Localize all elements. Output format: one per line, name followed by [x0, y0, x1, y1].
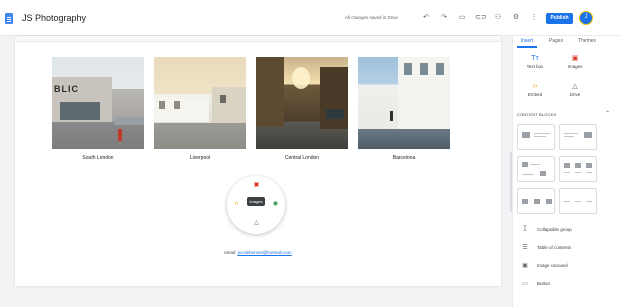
image-carousel-icon: ▣	[522, 263, 528, 269]
content-blocks-title: CONTENT BLOCKS	[517, 112, 557, 117]
insert-collapsible-group[interactable]: T̲ Collapsible group	[517, 224, 617, 236]
more-icon[interactable]: ⋮	[529, 14, 539, 22]
collapsible-group-icon: T̲	[523, 226, 527, 232]
settings-icon[interactable]: ⚙	[511, 14, 521, 22]
site-title[interactable]: JS Photography	[22, 13, 86, 23]
header-section[interactable]	[15, 36, 501, 42]
image-icon: ▣	[571, 55, 579, 62]
button-icon: ▭	[522, 281, 528, 287]
avatar[interactable]: J	[579, 11, 593, 25]
upload-icon[interactable]: ◉	[271, 201, 280, 208]
caption-barcelona[interactable]: Barcelona	[358, 155, 450, 161]
tooltip-images: Images	[247, 197, 265, 206]
tab-pages[interactable]: Pages	[545, 36, 567, 46]
insert-embed[interactable]: ‹› Embed	[517, 82, 553, 106]
store-sign: BLIC	[54, 84, 79, 94]
undo-icon[interactable]: ↶	[421, 14, 431, 22]
gallery-image-liverpool[interactable]	[154, 57, 246, 149]
tab-themes[interactable]: Themes	[575, 36, 599, 46]
gallery-image-south-london[interactable]: BLIC	[52, 57, 144, 149]
content-block-6[interactable]	[559, 188, 597, 214]
caption-central-london[interactable]: Central London	[256, 155, 348, 161]
chevron-up-icon[interactable]: ⌃	[605, 110, 610, 117]
insert-text-box[interactable]: Tт Text box	[517, 54, 553, 78]
preview-icon[interactable]: ▭	[457, 14, 467, 22]
drive-icon: △	[572, 83, 578, 90]
email-link[interactable]: jscolebennet@hotmail.com	[238, 250, 292, 255]
gallery-image-central-london[interactable]	[256, 57, 348, 149]
footer-email: email: jscolebennet@hotmail.com	[15, 250, 501, 255]
text-box-icon: Tт	[531, 55, 539, 62]
active-tab-indicator	[517, 46, 537, 48]
table-of-contents-icon: ☰	[522, 245, 528, 251]
insert-drive[interactable]: △ Drive	[557, 82, 593, 106]
content-block-2[interactable]	[559, 124, 597, 150]
share-icon[interactable]: ⚇	[493, 14, 503, 22]
email-prefix: email:	[224, 250, 237, 255]
redo-icon[interactable]: ↷	[439, 14, 449, 22]
images-icon[interactable]: ▣	[252, 182, 261, 189]
content-block-4[interactable]	[559, 156, 597, 182]
insert-table-of-contents[interactable]: ☰ Table of contents	[517, 242, 617, 254]
top-bar: JS Photography All changes saved in Driv…	[0, 0, 620, 36]
caption-liverpool[interactable]: Liverpool	[154, 155, 246, 161]
link-icon[interactable]: ⊂⊃	[475, 14, 487, 22]
content-block-5[interactable]	[517, 188, 555, 214]
content-block-3[interactable]	[517, 156, 555, 182]
insert-images[interactable]: ▣ Images	[557, 54, 593, 78]
caption-south-london[interactable]: South London	[52, 155, 144, 161]
insert-button[interactable]: ▭ Button	[517, 278, 617, 290]
drive-icon[interactable]: △	[252, 220, 261, 227]
save-status: All changes saved in Drive	[345, 15, 399, 20]
gallery-image-barcelona[interactable]	[358, 57, 450, 149]
embed-icon[interactable]: ‹›	[232, 201, 241, 208]
publish-button[interactable]: Publish	[546, 13, 573, 24]
tab-insert[interactable]: Insert	[517, 36, 537, 46]
embed-icon: ‹›	[532, 83, 538, 90]
side-panel: Insert Pages Themes Tт Text box ▣ Images…	[512, 36, 620, 307]
insert-image-carousel[interactable]: ▣ Image carousel	[517, 260, 617, 272]
sites-logo-icon[interactable]	[5, 13, 13, 24]
content-block-1[interactable]	[517, 124, 555, 150]
